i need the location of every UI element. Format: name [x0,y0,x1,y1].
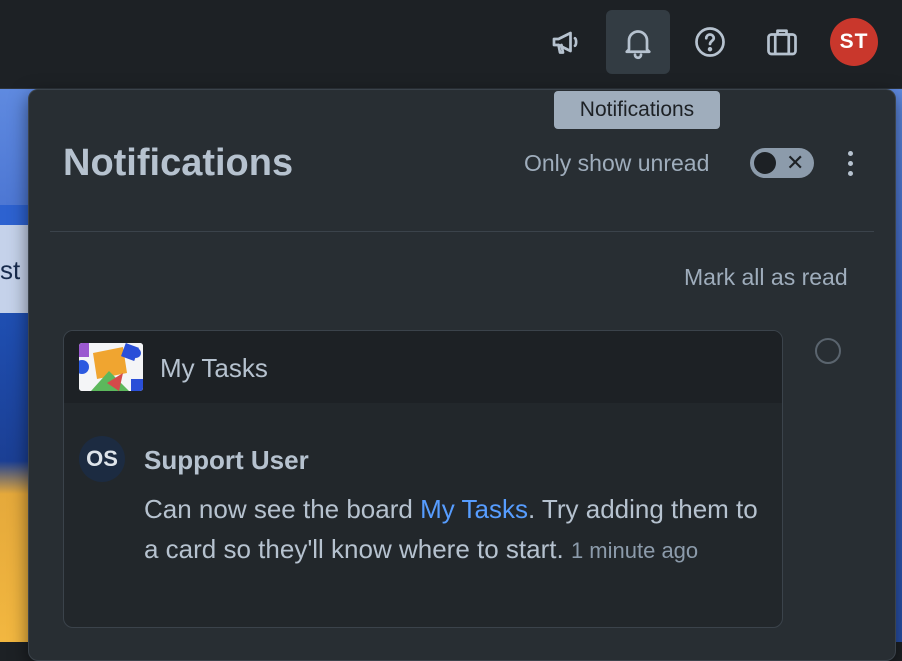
board-link[interactable]: My Tasks [420,494,528,524]
panel-title: Notifications [63,142,294,184]
megaphone-icon [552,31,578,54]
help-circle-icon [695,27,725,57]
notifications-tooltip: Notifications [554,91,720,129]
notifications-panel: Notifications Only show unread ✕ Mark al… [28,89,896,661]
board-thumbnail-image [79,343,143,391]
sender-avatar: OS [79,436,125,482]
more-dots-icon [847,150,853,156]
briefcase-icon [767,29,797,56]
top-nav-bar: ST [0,0,902,89]
notifications-button[interactable] [606,10,670,74]
message-text-start: Can now see the board [144,494,421,524]
sender-name: Support User [144,445,309,475]
workspaces-button[interactable] [750,10,814,74]
board-thumbnail[interactable] [79,343,143,391]
notification-card[interactable]: My Tasks OS Support User Can now see the… [63,330,783,628]
only-show-unread-toggle[interactable]: ✕ [750,148,814,178]
board-name-link[interactable]: My Tasks [160,353,268,384]
notification-message: Can now see the board My Tasks. Try addi… [144,489,764,571]
user-avatar[interactable]: ST [830,18,878,66]
board-text-fragment: st [0,255,21,285]
whats-new-button[interactable] [534,10,598,74]
mark-all-as-read-button[interactable]: Mark all as read [684,264,848,291]
only-show-unread-label: Only show unread [524,150,710,176]
help-button[interactable] [678,10,742,74]
more-options-button[interactable] [837,146,863,180]
toggle-knob [754,152,776,174]
close-icon: ✕ [786,150,805,175]
mark-as-read-button[interactable] [815,338,841,364]
bell-icon [625,30,651,60]
divider [50,231,874,232]
notification-card-header: My Tasks [64,331,782,403]
notification-timestamp: 1 minute ago [570,538,699,563]
